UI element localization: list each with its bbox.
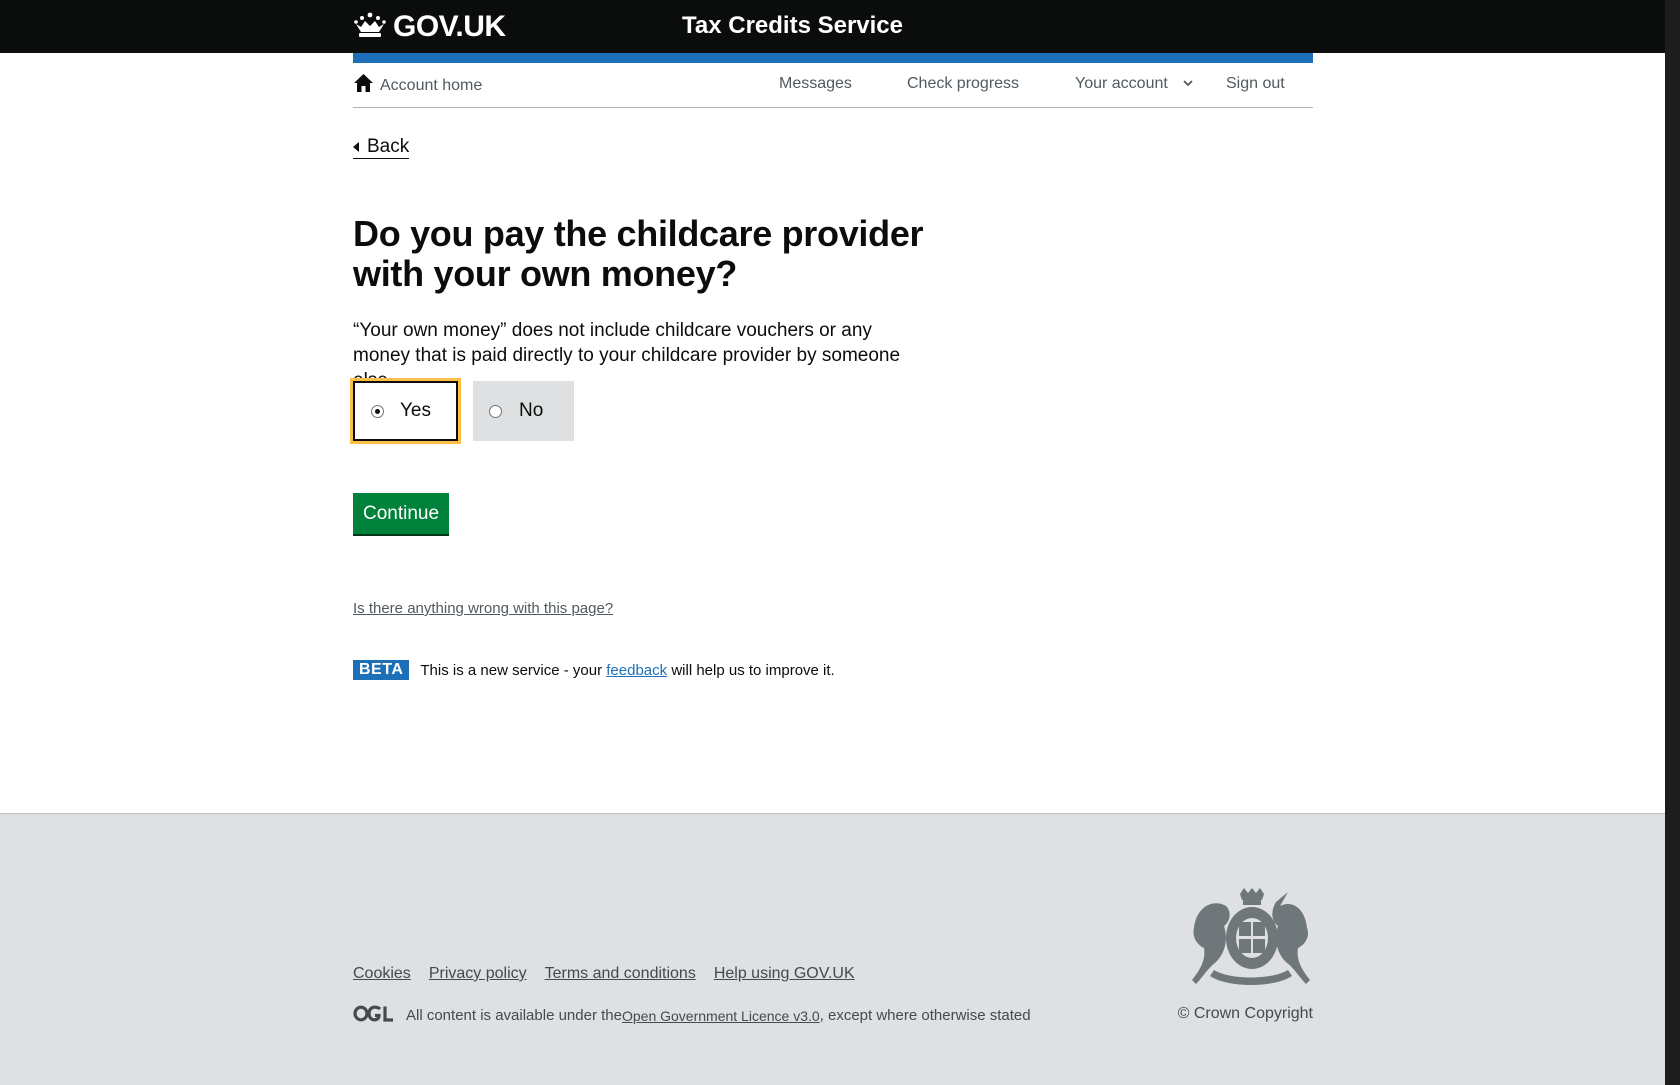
nav-messages[interactable]: Messages <box>779 75 852 93</box>
footer-link-terms[interactable]: Terms and conditions <box>545 965 696 983</box>
back-link[interactable]: Back <box>353 136 410 159</box>
crown-copyright-link[interactable]: © Crown Copyright <box>1178 1005 1313 1023</box>
royal-coat-of-arms-icon <box>1188 888 1313 995</box>
govuk-logo-link[interactable]: GOV.UK <box>353 10 506 44</box>
nav-account-home[interactable]: Account home <box>353 73 482 98</box>
open-government-licence-link[interactable]: Open Government Licence v3.0 <box>622 1008 820 1024</box>
crown-icon <box>353 11 387 44</box>
beta-tag: BETA <box>353 660 410 680</box>
account-nav: Account home Messages Check progress You… <box>353 63 1313 108</box>
govuk-logo-text: GOV.UK <box>393 10 506 43</box>
site-footer: Cookies Privacy policy Terms and conditi… <box>0 813 1665 1085</box>
footer-link-privacy[interactable]: Privacy policy <box>429 965 527 983</box>
radio-no-input[interactable] <box>489 404 502 418</box>
radio-yes-label: Yes <box>400 400 431 421</box>
beta-text: This is a new service - your feedback wi… <box>420 662 834 679</box>
footer-links: Cookies Privacy policy Terms and conditi… <box>353 965 873 983</box>
chevron-down-icon[interactable] <box>1182 76 1194 94</box>
home-icon <box>353 73 374 98</box>
page: GOV.UK Tax Credits Service Account home … <box>0 0 1665 1085</box>
radio-option-yes[interactable]: Yes <box>350 378 461 444</box>
beta-text-before: This is a new service - your <box>420 661 607 679</box>
back-link-label: Back <box>367 136 410 157</box>
page-title: Do you pay the childcare provider with y… <box>353 213 924 294</box>
radio-yes-input[interactable] <box>371 404 384 418</box>
beta-text-after: will help us to improve it. <box>667 661 835 679</box>
licence-text-after: , except where otherwise stated <box>819 1007 1031 1024</box>
licence-text-before: All content is available under the <box>406 1007 622 1024</box>
radio-option-no[interactable]: No <box>473 381 574 441</box>
scrollbar-track[interactable] <box>1665 0 1680 1085</box>
report-problem-link[interactable]: Is there anything wrong with this page? <box>353 600 613 617</box>
radio-group: Yes No <box>350 378 589 444</box>
site-header: GOV.UK Tax Credits Service <box>0 0 1665 53</box>
footer-link-help[interactable]: Help using GOV.UK <box>714 965 855 983</box>
nav-check-progress[interactable]: Check progress <box>907 75 1019 93</box>
nav-home-label: Account home <box>380 76 483 94</box>
service-name[interactable]: Tax Credits Service <box>682 12 903 40</box>
beta-banner: BETA This is a new service - your feedba… <box>353 660 835 680</box>
ogl-logo-icon <box>353 1005 394 1026</box>
header-container: GOV.UK Tax Credits Service <box>353 0 1313 53</box>
back-arrow-icon <box>353 142 359 152</box>
header-blue-bar <box>353 53 1313 63</box>
footer-link-cookies[interactable]: Cookies <box>353 965 411 983</box>
feedback-link[interactable]: feedback <box>606 662 667 679</box>
nav-your-account[interactable]: Your account <box>1075 75 1168 93</box>
footer-container: Cookies Privacy policy Terms and conditi… <box>353 814 1313 1085</box>
licence-statement: All content is available under the Open … <box>353 1005 1031 1026</box>
continue-button[interactable]: Continue <box>353 493 450 534</box>
nav-sign-out[interactable]: Sign out <box>1226 75 1285 93</box>
radio-no-label: No <box>519 400 544 421</box>
